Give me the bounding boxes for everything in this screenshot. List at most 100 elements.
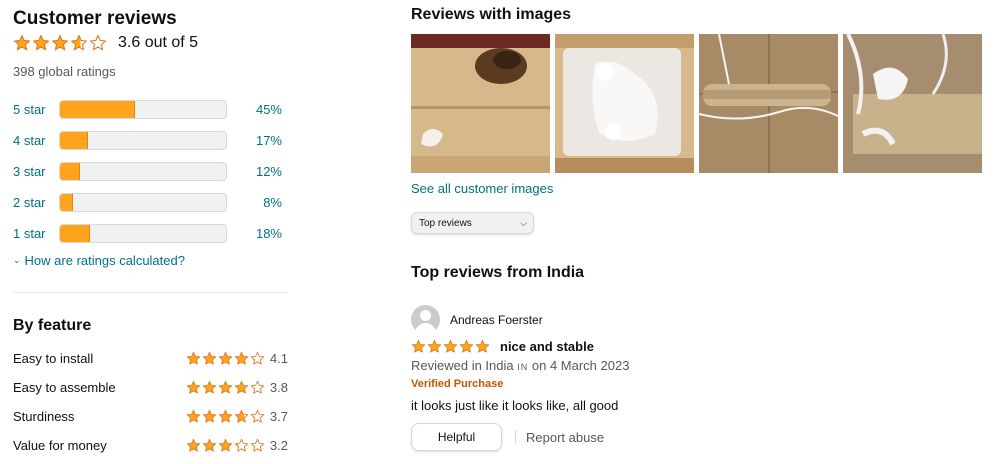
star-icon [234, 351, 249, 365]
country-code: IN [517, 362, 529, 372]
histogram-bar[interactable] [59, 100, 227, 119]
sort-reviews-select[interactable]: Top reviews ⌵ [411, 212, 534, 234]
histogram-bar[interactable] [59, 193, 227, 212]
histogram-percent[interactable]: 17% [227, 133, 282, 148]
review-image [411, 34, 550, 173]
review-title[interactable]: nice and stable [500, 339, 594, 354]
review-image-thumbnail[interactable] [555, 34, 694, 173]
feature-name: Sturdiness [13, 409, 75, 424]
feature-value: 3.7 [269, 409, 288, 424]
star-icon [218, 409, 233, 423]
feature-value: 4.1 [269, 351, 288, 366]
star-icon [218, 351, 233, 365]
star-icon [70, 34, 88, 51]
global-ratings-count: 398 global ratings [13, 64, 116, 79]
star-icon [218, 380, 233, 394]
star-icon [250, 380, 265, 394]
histogram-row-1[interactable]: 1 star 18% [13, 218, 288, 249]
review-image-thumbnail[interactable] [699, 34, 838, 173]
histogram-label[interactable]: 4 star [13, 133, 59, 148]
review-stars[interactable] [411, 339, 491, 354]
histogram-label[interactable]: 5 star [13, 102, 59, 117]
histogram-bar-fill [60, 225, 90, 242]
star-icon [202, 409, 217, 423]
star-icon [234, 409, 249, 423]
review-title-row: nice and stable [411, 339, 594, 354]
top-reviews-heading: Top reviews from India [411, 264, 585, 281]
review-date: Reviewed in India IN on 4 March 2023 [411, 358, 629, 373]
histogram-row-5[interactable]: 5 star 45% [13, 94, 288, 125]
review-image-thumbnail[interactable] [411, 34, 550, 173]
star-icon [32, 34, 50, 51]
feature-row: Value for money 3.2 [13, 431, 288, 460]
histogram-bar-fill [60, 194, 74, 211]
star-icon [186, 409, 201, 423]
reviews-with-images-heading: Reviews with images [411, 6, 572, 23]
avatar [411, 305, 440, 334]
feature-row: Easy to install 4.1 [13, 344, 288, 373]
rating-out-of-text: 3.6 out of 5 [118, 34, 199, 51]
histogram-percent[interactable]: 45% [227, 102, 282, 117]
feature-name: Easy to assemble [13, 380, 116, 395]
how-ratings-calculated-text: How are ratings calculated? [24, 253, 185, 268]
review-image [699, 34, 838, 173]
star-icon [443, 339, 458, 353]
histogram-label[interactable]: 3 star [13, 164, 59, 179]
histogram-percent[interactable]: 18% [227, 226, 282, 241]
feature-stars [186, 409, 266, 424]
histogram-row-2[interactable]: 2 star 8% [13, 187, 288, 218]
divider [515, 430, 516, 444]
verified-purchase-badge[interactable]: Verified Purchase [411, 378, 503, 390]
histogram-bar[interactable] [59, 131, 227, 150]
rating-histogram: 5 star 45% 4 star 17% 3 star 12% 2 star … [13, 94, 288, 249]
histogram-label[interactable]: 2 star [13, 195, 59, 210]
star-icon [411, 339, 426, 353]
review-image-strip [411, 34, 982, 173]
review-actions: Helpful Report abuse [411, 423, 604, 451]
star-icon [89, 34, 107, 51]
chevron-down-icon: ⌵ [520, 217, 527, 228]
customer-reviews-heading: Customer reviews [13, 8, 177, 29]
helpful-button[interactable]: Helpful [411, 423, 502, 451]
star-icon [51, 34, 69, 51]
histogram-row-4[interactable]: 4 star 17% [13, 125, 288, 156]
star-icon [250, 409, 265, 423]
histogram-bar-fill [60, 101, 135, 118]
divider [13, 292, 287, 293]
star-icon [218, 438, 233, 452]
feature-stars [186, 438, 266, 453]
feature-ratings: Easy to install 4.1 Easy to assemble 3.8… [13, 344, 288, 460]
star-icon [250, 351, 265, 365]
review-date-text: on 4 March 2023 [531, 358, 630, 373]
star-icon [186, 380, 201, 394]
star-icon [234, 380, 249, 394]
review-image [843, 34, 982, 173]
feature-name: Value for money [13, 438, 107, 453]
reviewer-profile[interactable]: Andreas Foerster [411, 305, 543, 334]
histogram-percent[interactable]: 12% [227, 164, 282, 179]
star-icon [250, 438, 265, 452]
star-icon [459, 339, 474, 353]
histogram-bar-fill [60, 132, 89, 149]
histogram-bar[interactable] [59, 162, 227, 181]
review-image-thumbnail[interactable] [843, 34, 982, 173]
review-location: Reviewed in India [411, 358, 514, 373]
star-icon [475, 339, 490, 353]
star-icon [202, 351, 217, 365]
feature-name: Easy to install [13, 351, 94, 366]
review-body: it looks just like it looks like, all go… [411, 398, 619, 413]
histogram-bar-fill [60, 163, 80, 180]
histogram-row-3[interactable]: 3 star 12% [13, 156, 288, 187]
histogram-label[interactable]: 1 star [13, 226, 59, 241]
histogram-percent[interactable]: 8% [227, 195, 282, 210]
feature-stars [186, 380, 266, 395]
star-icon [202, 438, 217, 452]
report-abuse-link[interactable]: Report abuse [526, 430, 604, 445]
see-all-images-link[interactable]: See all customer images [411, 181, 553, 196]
star-icon [427, 339, 442, 353]
star-icon [186, 438, 201, 452]
review-image [555, 34, 694, 173]
histogram-bar[interactable] [59, 224, 227, 243]
how-ratings-calculated-link[interactable]: ⌄ How are ratings calculated? [13, 253, 185, 268]
overall-rating[interactable]: 3.6 out of 5 [13, 34, 198, 52]
